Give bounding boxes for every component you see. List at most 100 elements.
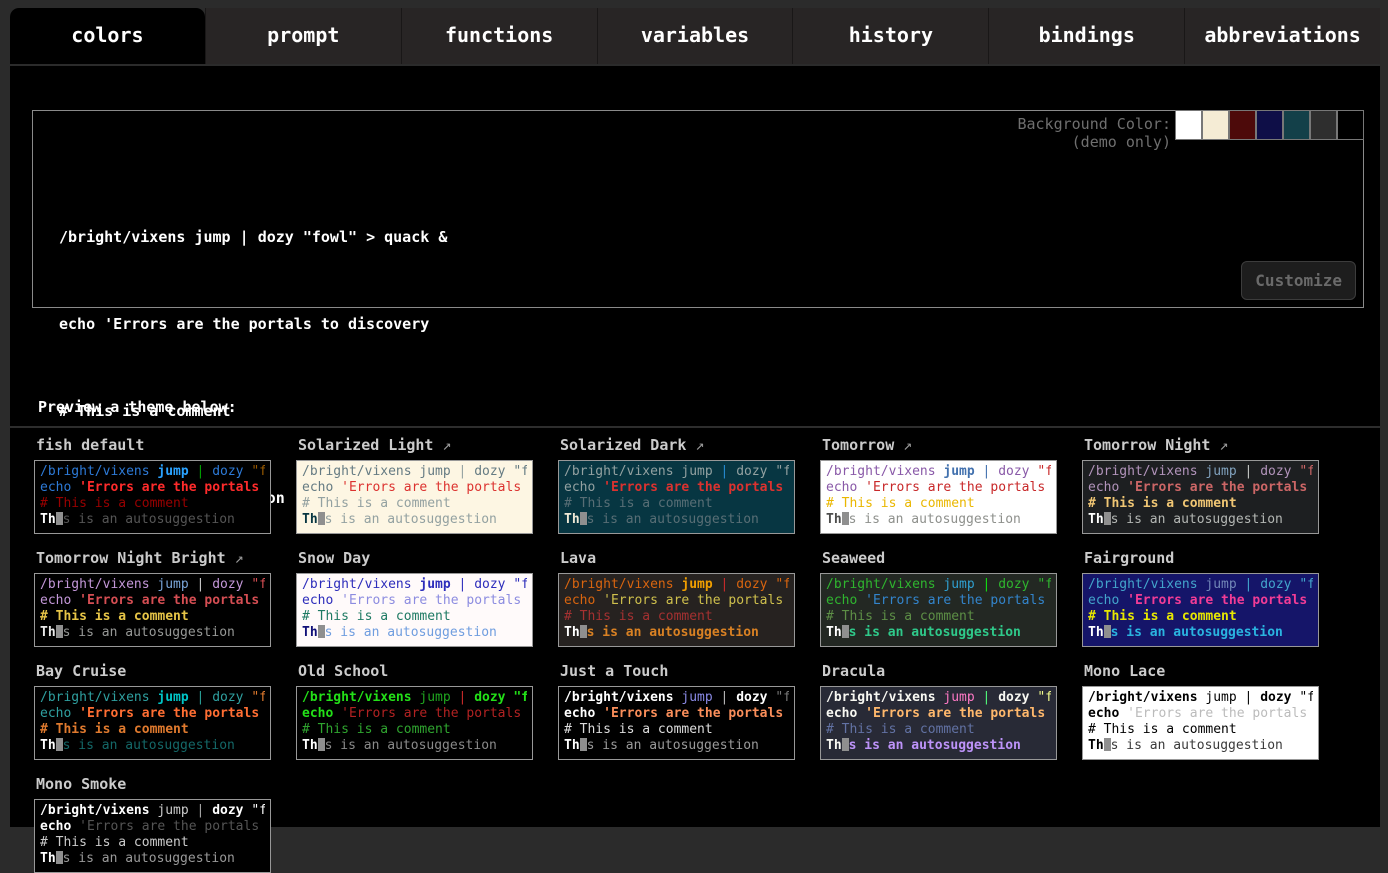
external-link-icon[interactable]: ↗ [1219,436,1228,454]
theme-line-comment: # This is a comment [564,496,789,512]
theme-name[interactable]: Tomorrow Night Bright ↗ [36,549,271,567]
theme-line-error: echo 'Errors are the portals to discover… [40,706,265,722]
theme-preview[interactable]: /bright/vixens jump | dozy "fowl"echo 'E… [34,573,271,647]
background-color-label-line2: (demo only) [1017,133,1171,151]
background-swatch-2[interactable] [1229,110,1256,140]
theme-preview[interactable]: /bright/vixens jump | dozy "fowl"echo 'E… [34,686,271,760]
theme-card: Solarized Dark ↗ /bright/vixens jump | do… [558,434,795,534]
theme-preview[interactable]: /bright/vixens jump | dozy "fowl"echo 'E… [820,460,1057,534]
theme-preview[interactable]: /bright/vixens jump | dozy "fowl"echo 'E… [34,799,271,873]
theme-name[interactable]: Solarized Dark ↗ [560,436,795,454]
theme-line-comment: # This is a comment [1088,722,1313,738]
theme-line-autosuggestion: Ths is an autosuggestion [826,625,1051,641]
theme-line-error: echo 'Errors are the portals to discover… [826,480,1051,496]
theme-cursor [1104,738,1111,751]
theme-name[interactable]: Lava [560,549,795,567]
theme-line-autosuggestion: Ths is an autosuggestion [40,738,265,754]
theme-cursor [56,851,63,864]
theme-line-comment: # This is a comment [826,609,1051,625]
external-link-icon[interactable]: ↗ [443,436,452,454]
tab-functions[interactable]: functions [401,8,597,64]
theme-card: Just a Touch/bright/vixens jump | dozy "… [558,660,795,760]
theme-line-error: echo 'Errors are the portals to discover… [302,706,527,722]
theme-preview[interactable]: /bright/vixens jump | dozy "fowl"echo 'E… [820,686,1057,760]
tab-abbreviations[interactable]: abbreviations [1184,8,1380,64]
theme-card: Tomorrow Night ↗ /bright/vixens jump | do… [1082,434,1319,534]
theme-preview[interactable]: /bright/vixens jump | dozy "fowl"echo 'E… [34,460,271,534]
theme-card: Mono Lace/bright/vixens jump | dozy "fow… [1082,660,1319,760]
theme-line-error: echo 'Errors are the portals to discover… [302,480,527,496]
theme-line-command: /bright/vixens jump | dozy "fowl" [826,577,1051,593]
theme-line-error: echo 'Errors are the portals to discover… [40,819,265,835]
background-swatch-3[interactable] [1256,110,1283,140]
theme-name[interactable]: Dracula [822,662,1057,680]
theme-line-command: /bright/vixens jump | dozy "fowl" [564,464,789,480]
theme-preview[interactable]: /bright/vixens jump | dozy "fowl"echo 'E… [1082,460,1319,534]
theme-preview[interactable]: /bright/vixens jump | dozy "fowl"echo 'E… [296,686,533,760]
theme-line-error: echo 'Errors are the portals to discover… [40,480,265,496]
theme-line-command: /bright/vixens jump | dozy "fowl" [40,464,265,480]
theme-name[interactable]: Solarized Light ↗ [298,436,533,454]
theme-line-error: echo 'Errors are the portals to discover… [302,593,527,609]
theme-cursor [318,738,325,751]
tab-colors[interactable]: colors [10,8,205,64]
background-swatch-0[interactable] [1175,110,1202,140]
theme-preview[interactable]: /bright/vixens jump | dozy "fowl"echo 'E… [1082,573,1319,647]
theme-preview[interactable]: /bright/vixens jump | dozy "fowl"echo 'E… [558,573,795,647]
external-link-icon[interactable]: ↗ [903,436,912,454]
theme-name[interactable]: Old School [298,662,533,680]
theme-line-comment: # This is a comment [826,496,1051,512]
theme-line-autosuggestion: Ths is an autosuggestion [564,738,789,754]
sample-line-error: echo 'Errors are the portals to discover… [59,310,447,339]
theme-line-autosuggestion: Ths is an autosuggestion [564,512,789,528]
theme-line-autosuggestion: Ths is an autosuggestion [302,512,527,528]
theme-line-command: /bright/vixens jump | dozy "fowl" [302,690,527,706]
theme-cursor [842,512,849,525]
theme-name[interactable]: Fairground [1084,549,1319,567]
theme-name[interactable]: Seaweed [822,549,1057,567]
external-link-icon[interactable]: ↗ [695,436,704,454]
theme-line-error: echo 'Errors are the portals to discover… [564,593,789,609]
external-link-icon[interactable]: ↗ [235,549,244,567]
tab-prompt[interactable]: prompt [205,8,401,64]
theme-name[interactable]: Tomorrow Night ↗ [1084,436,1319,454]
theme-name[interactable]: Mono Lace [1084,662,1319,680]
background-color-label-line1: Background Color: [1017,115,1171,133]
theme-preview[interactable]: /bright/vixens jump | dozy "fowl"echo 'E… [820,573,1057,647]
tab-history[interactable]: history [792,8,988,64]
theme-preview[interactable]: /bright/vixens jump | dozy "fowl"echo 'E… [1082,686,1319,760]
theme-line-comment: # This is a comment [40,722,265,738]
background-color-swatches [1175,110,1364,140]
theme-line-autosuggestion: Ths is an autosuggestion [1088,512,1313,528]
theme-name[interactable]: Tomorrow ↗ [822,436,1057,454]
theme-line-command: /bright/vixens jump | dozy "fowl" [826,690,1051,706]
fish-config-page: colorspromptfunctionsvariableshistorybin… [10,0,1380,827]
theme-preview[interactable]: /bright/vixens jump | dozy "fowl"echo 'E… [558,460,795,534]
theme-card: Snow Day/bright/vixens jump | dozy "fowl… [296,547,533,647]
tab-variables[interactable]: variables [597,8,793,64]
theme-line-command: /bright/vixens jump | dozy "fowl" [826,464,1051,480]
customize-button[interactable]: Customize [1241,261,1356,300]
theme-preview[interactable]: /bright/vixens jump | dozy "fowl"echo 'E… [558,686,795,760]
theme-cursor [580,738,587,751]
theme-name[interactable]: Just a Touch [560,662,795,680]
theme-preview[interactable]: /bright/vixens jump | dozy "fowl"echo 'E… [296,573,533,647]
theme-line-autosuggestion: Ths is an autosuggestion [40,625,265,641]
theme-card: Tomorrow Night Bright ↗ /bright/vixens ju… [34,547,271,647]
theme-name[interactable]: Mono Smoke [36,775,271,793]
theme-card: Seaweed/bright/vixens jump | dozy "fowl"… [820,547,1057,647]
theme-preview[interactable]: /bright/vixens jump | dozy "fowl"echo 'E… [296,460,533,534]
theme-name[interactable]: Bay Cruise [36,662,271,680]
background-swatch-4[interactable] [1283,110,1310,140]
section-title: Preview a theme below: [38,398,237,416]
theme-card: Mono Smoke/bright/vixens jump | dozy "fo… [34,773,271,873]
theme-line-comment: # This is a comment [1088,609,1313,625]
theme-name[interactable]: Snow Day [298,549,533,567]
tab-bindings[interactable]: bindings [988,8,1184,64]
theme-cursor [1104,625,1111,638]
background-swatch-5[interactable] [1310,110,1337,140]
background-swatch-1[interactable] [1202,110,1229,140]
background-swatch-6[interactable] [1337,110,1364,140]
theme-cursor [1104,512,1111,525]
theme-name[interactable]: fish default [36,436,271,454]
